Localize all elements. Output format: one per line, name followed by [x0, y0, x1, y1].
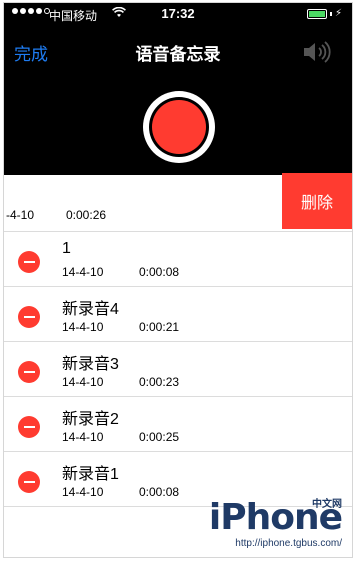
- delete-button[interactable]: 删除: [282, 173, 352, 229]
- recording-name: 新录音3: [62, 356, 119, 373]
- speaker-icon[interactable]: [302, 40, 332, 69]
- recording-date: 14-4-10: [62, 485, 104, 499]
- list-item[interactable]: 新录音4 14-4-10 0:00:21: [4, 287, 352, 342]
- recording-name: 新录音1: [62, 466, 119, 483]
- recording-date: 14-4-10: [62, 265, 104, 279]
- record-icon: [152, 100, 206, 154]
- watermark: 中文网 iPhone http://iphone.tgbus.com/: [209, 497, 343, 549]
- recording-duration: 0:00:25: [139, 430, 180, 444]
- voice-memos-screen: 中国移动 17:32 ⚡ 完成 语音备忘录 -4-10 0:00:26 删除 1…: [3, 2, 353, 558]
- recording-date: 14-4-10: [62, 375, 104, 389]
- recording-duration: 0:00:08: [139, 485, 180, 499]
- delete-circle-icon[interactable]: [18, 471, 40, 493]
- recorder-panel: 中国移动 17:32 ⚡ 完成 语音备忘录: [4, 3, 352, 175]
- page-title: 语音备忘录: [135, 45, 221, 64]
- recording-duration: 0:00:21: [139, 320, 180, 334]
- delete-circle-icon[interactable]: [18, 361, 40, 383]
- list-item[interactable]: 新录音2 14-4-10 0:00:25: [4, 397, 352, 452]
- list-item[interactable]: 新录音3 14-4-10 0:00:23: [4, 342, 352, 397]
- status-bar: 中国移动 17:32 ⚡: [4, 3, 352, 25]
- clock: 17:32: [161, 6, 195, 21]
- recording-name: 新录音4: [62, 301, 119, 318]
- recording-duration: 0:00:26: [66, 208, 107, 222]
- recording-date: 14-4-10: [62, 430, 104, 444]
- recording-duration: 0:00:08: [139, 265, 180, 279]
- battery-icon: ⚡: [306, 8, 342, 19]
- recording-date: 14-4-10: [62, 320, 104, 334]
- recording-date: -4-10: [6, 208, 35, 222]
- watermark-tag: 中文网: [312, 499, 342, 510]
- watermark-url: http://iphone.tgbus.com/: [235, 538, 342, 549]
- recording-duration: 0:00:23: [139, 375, 180, 389]
- recording-name: 新录音2: [62, 411, 119, 428]
- recording-name: 1: [62, 240, 71, 257]
- delete-circle-icon[interactable]: [18, 306, 40, 328]
- record-button[interactable]: [143, 91, 215, 163]
- nav-bar: 完成 语音备忘录: [4, 36, 352, 66]
- list-item[interactable]: 1 14-4-10 0:00:08: [4, 232, 352, 287]
- delete-circle-icon[interactable]: [18, 416, 40, 438]
- delete-circle-icon[interactable]: [18, 251, 40, 273]
- charging-icon: ⚡: [334, 8, 342, 19]
- record-ring: [149, 97, 209, 157]
